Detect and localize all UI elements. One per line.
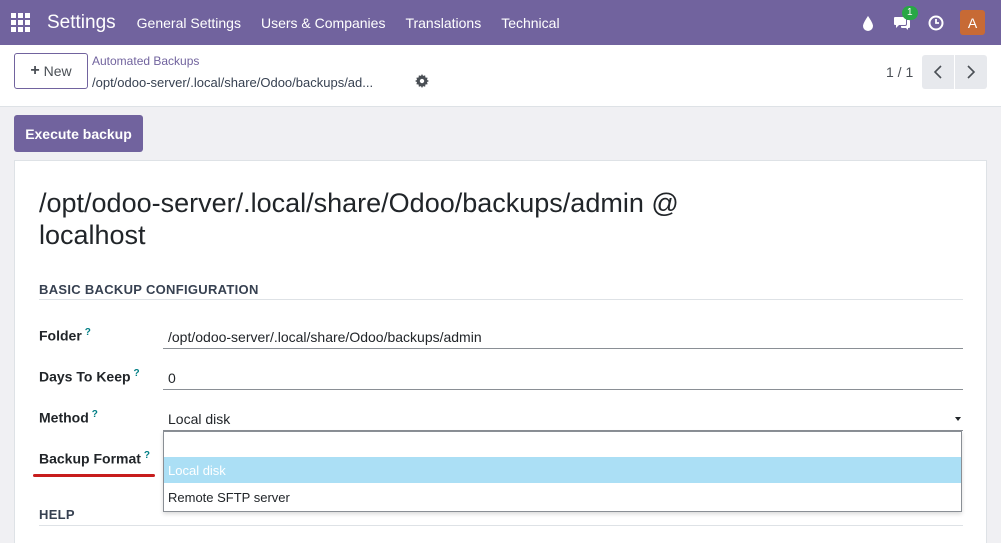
days-to-keep-field[interactable]: 0 bbox=[163, 366, 963, 390]
messages-icon[interactable]: 1 bbox=[892, 5, 918, 33]
days-to-keep-label: Days To Keep? bbox=[39, 368, 140, 385]
new-button[interactable]: + New bbox=[14, 53, 88, 89]
menu-general-settings[interactable]: General Settings bbox=[127, 15, 251, 31]
section-title-basic: BASIC BACKUP CONFIGURATION bbox=[39, 282, 259, 297]
help-tooltip-icon[interactable]: ? bbox=[134, 368, 140, 379]
menu-users-companies[interactable]: Users & Companies bbox=[251, 15, 396, 31]
chevron-left-icon bbox=[933, 65, 942, 79]
pager-next-button[interactable] bbox=[955, 55, 987, 89]
systray: 1 A bbox=[858, 0, 1001, 45]
section-divider bbox=[39, 525, 963, 526]
pager-value[interactable]: 1 / 1 bbox=[886, 64, 913, 80]
messages-badge: 1 bbox=[902, 5, 918, 20]
dropdown-option-empty[interactable] bbox=[164, 432, 961, 458]
caret-down-icon bbox=[955, 417, 961, 421]
backup-format-label: Backup Format? bbox=[39, 450, 151, 467]
folder-field[interactable]: /opt/odoo-server/.local/share/Odoo/backu… bbox=[163, 325, 963, 349]
user-avatar[interactable]: A bbox=[960, 10, 985, 35]
top-navbar: Settings General Settings Users & Compan… bbox=[0, 0, 1001, 45]
breadcrumb-parent[interactable]: Automated Backups bbox=[92, 54, 199, 68]
help-tooltip-icon[interactable]: ? bbox=[144, 450, 150, 461]
main-menu: General Settings Users & Companies Trans… bbox=[127, 15, 570, 31]
menu-translations[interactable]: Translations bbox=[395, 15, 491, 31]
section-title-help: HELP bbox=[39, 507, 75, 522]
breadcrumb-current: /opt/odoo-server/.local/share/Odoo/backu… bbox=[92, 75, 374, 90]
pager-previous-button[interactable] bbox=[922, 55, 954, 89]
method-label: Method? bbox=[39, 409, 98, 426]
method-select-value: Local disk bbox=[168, 411, 231, 427]
chevron-right-icon bbox=[967, 65, 976, 79]
control-panel: + New Automated Backups /opt/odoo-server… bbox=[0, 45, 1001, 107]
apps-menu-icon[interactable] bbox=[11, 12, 31, 33]
folder-label: Folder? bbox=[39, 327, 91, 344]
record-title: /opt/odoo-server/.local/share/Odoo/backu… bbox=[39, 188, 679, 250]
section-divider bbox=[39, 299, 963, 300]
gear-icon[interactable] bbox=[415, 74, 431, 90]
highlight-underline bbox=[33, 474, 155, 477]
activity-clock-icon[interactable] bbox=[926, 13, 946, 33]
dropdown-option-remote-sftp[interactable]: Remote SFTP server bbox=[164, 484, 961, 510]
new-button-label: New bbox=[43, 63, 72, 79]
menu-technical[interactable]: Technical bbox=[491, 15, 569, 31]
execute-backup-button[interactable]: Execute backup bbox=[14, 115, 143, 152]
method-dropdown-list: Local disk Remote SFTP server bbox=[163, 431, 962, 512]
plus-icon: + bbox=[30, 62, 40, 79]
dropdown-option-local-disk[interactable]: Local disk bbox=[164, 457, 961, 483]
app-title[interactable]: Settings bbox=[47, 12, 116, 34]
method-select[interactable]: Local disk bbox=[163, 407, 963, 431]
help-tooltip-icon[interactable]: ? bbox=[92, 409, 98, 420]
drop-icon[interactable] bbox=[858, 13, 878, 33]
help-tooltip-icon[interactable]: ? bbox=[85, 327, 91, 338]
